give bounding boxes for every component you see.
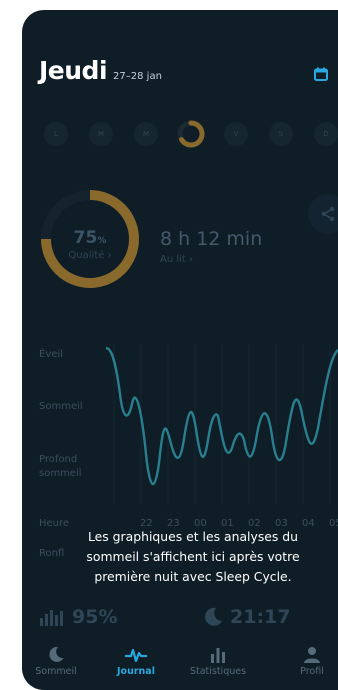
day-sunday[interactable]: D	[314, 122, 338, 146]
tab-statistics-label: Statistiques	[189, 666, 247, 677]
page-title: Jeudi	[39, 56, 108, 85]
share-icon	[321, 206, 335, 222]
tab-journal-label: Journal	[117, 666, 155, 677]
quality-link[interactable]: Qualité ›	[60, 250, 120, 261]
bedtime-value: 21:17	[230, 606, 291, 628]
empty-state-line: sommeil s'affichent ici après votre	[86, 549, 300, 564]
y-label-sleep: Sommeil	[39, 401, 83, 412]
tab-profile[interactable]: Profil	[280, 646, 338, 677]
y-label-awake: Éveil	[39, 349, 63, 360]
hour-tick: 05	[329, 518, 338, 529]
day-monday[interactable]: L	[44, 122, 68, 146]
date-range: 27–28 jan	[113, 71, 162, 82]
quality-value: 75%	[60, 228, 120, 248]
header: Jeudi 27–28 jan	[39, 56, 162, 85]
moon-icon	[205, 607, 222, 626]
day-saturday[interactable]: S	[269, 122, 293, 146]
regularity-stat[interactable]: 95%	[40, 606, 117, 628]
calendar-icon[interactable]	[314, 67, 328, 81]
empty-state-line: Les graphiques et les analyses du	[87, 529, 299, 544]
quality-number: 75	[73, 228, 98, 248]
signal-bars-icon	[40, 610, 63, 626]
day-tuesday[interactable]: M	[89, 122, 113, 146]
y-label-deep-1: Profond	[39, 454, 78, 465]
moon-icon	[49, 646, 64, 662]
day-thursday-selected[interactable]	[176, 119, 206, 149]
phone-screen: Jeudi 27–28 jan L M M V S D 75% Qualité	[22, 10, 338, 690]
tab-bar: Sommeil Journal Statistiques Profil	[22, 644, 338, 690]
bar-chart-icon	[211, 648, 225, 663]
tab-statistics[interactable]: Statistiques	[186, 646, 250, 677]
day-wednesday[interactable]: M	[134, 122, 158, 146]
sleep-duration: 8 h 12 min	[160, 228, 263, 250]
tab-journal[interactable]: Journal	[104, 646, 168, 677]
pulse-icon	[125, 648, 147, 663]
tab-profile-label: Profil	[300, 666, 324, 677]
empty-state-message: Les graphiques et les analyses du sommei…	[58, 527, 328, 587]
empty-state-line: première nuit avec Sleep Cycle.	[94, 569, 292, 584]
sleep-graph	[106, 344, 338, 504]
tab-sleep[interactable]: Sommeil	[24, 646, 88, 677]
y-label-deep-2: sommeil	[39, 468, 82, 479]
bedtime-stat[interactable]: 21:17	[202, 606, 290, 628]
in-bed-link[interactable]: Au lit ›	[160, 254, 193, 265]
day-friday[interactable]: V	[224, 122, 248, 146]
tab-sleep-label: Sommeil	[35, 666, 77, 677]
regularity-value: 95%	[72, 606, 118, 628]
weekday-selector: L M M V S D	[44, 119, 338, 149]
quality-unit: %	[97, 236, 107, 246]
person-icon	[304, 647, 320, 663]
share-button[interactable]	[308, 194, 338, 234]
